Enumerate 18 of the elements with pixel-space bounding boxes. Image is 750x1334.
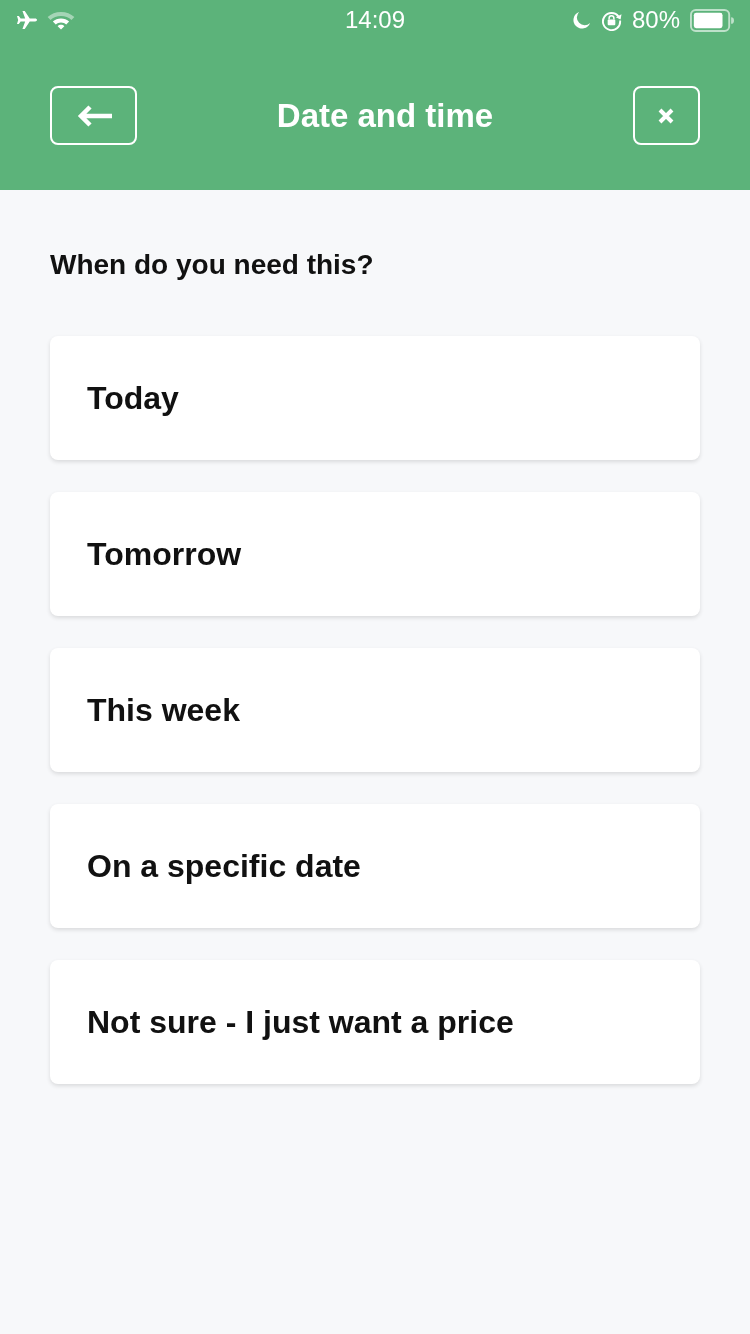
- close-button[interactable]: [633, 86, 700, 145]
- page-title: Date and time: [276, 95, 494, 136]
- wifi-icon: [46, 9, 76, 31]
- question-heading: When do you need this?: [50, 248, 375, 282]
- back-arrow-icon: [75, 103, 112, 128]
- battery-icon: [690, 8, 734, 32]
- option-card[interactable]: Tomorrow: [50, 492, 700, 616]
- airplane-icon: [16, 10, 38, 30]
- option-card[interactable]: Not sure - I just want a price: [50, 960, 700, 1084]
- option-card[interactable]: Today: [50, 336, 700, 460]
- option-card[interactable]: This week: [50, 648, 700, 772]
- status-time: 14:09: [344, 5, 406, 35]
- option-card[interactable]: On a specific date: [50, 804, 700, 928]
- close-icon: [658, 107, 675, 124]
- battery-percentage: 80%: [631, 5, 680, 35]
- back-button[interactable]: [50, 86, 137, 145]
- moon-icon: [571, 10, 591, 30]
- rotation-lock-icon: [600, 9, 622, 31]
